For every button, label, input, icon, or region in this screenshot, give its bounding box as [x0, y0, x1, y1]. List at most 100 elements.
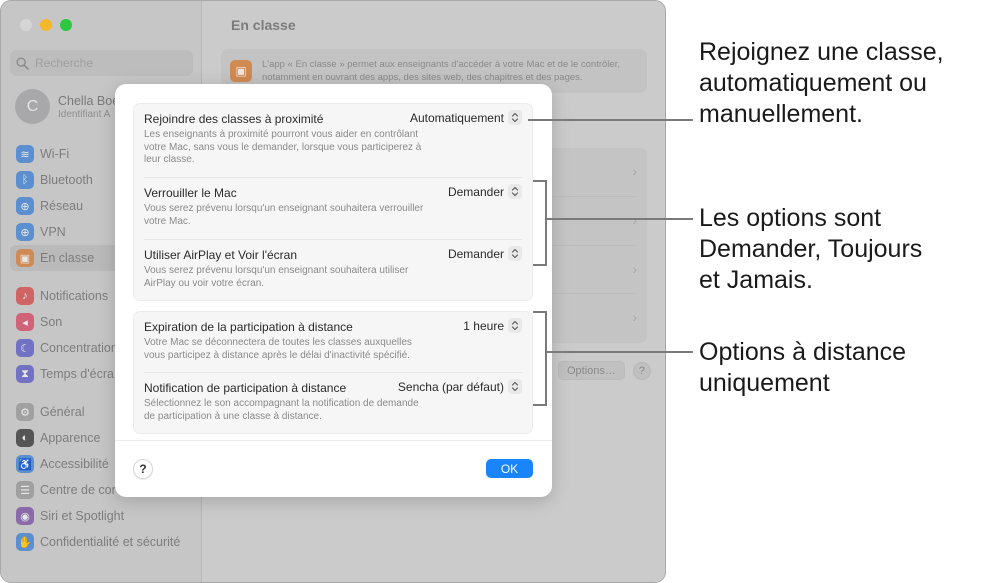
setting-row: Verrouiller le Mac Vous serez prévenu lor… [134, 178, 532, 239]
callout-line-text: uniquement [699, 369, 830, 397]
screen-time-hourglass-icon: ⧗ [16, 365, 34, 383]
setting-popup-button[interactable]: 1 heure [463, 318, 522, 333]
wifi-icon: ≋ [16, 145, 34, 163]
callout-bracket-3-vertical [545, 311, 547, 406]
setting-description: Votre Mac se déconnectera de toutes les … [144, 337, 412, 361]
network-globe-icon: ⊕ [16, 197, 34, 215]
setting-row: Expiration de la participation à distanc… [134, 312, 532, 372]
minimize-window-button[interactable] [40, 19, 52, 31]
bluetooth-icon: ᛒ [16, 171, 34, 189]
callout-line-text: et Jamais. [699, 266, 813, 294]
close-window-button[interactable] [20, 19, 32, 31]
setting-popup-button[interactable]: Demander [448, 246, 522, 261]
sidebar-item-label: VPN [40, 225, 66, 239]
callout-line-text: automatiquement ou [699, 69, 927, 97]
sidebar-item-label: Son [40, 315, 63, 329]
dialog-help-button[interactable]: ? [133, 459, 153, 479]
callout-bracket-2-vertical [545, 180, 547, 266]
classroom-options-dialog: Rejoindre des classes à proximité Les ens… [115, 84, 552, 497]
sidebar-item-confidentialit-et-s-curit[interactable]: ✋ Confidentialité et sécurité [10, 529, 194, 555]
maximize-window-button[interactable] [60, 19, 72, 31]
setting-popup-button[interactable]: Automatiquement [410, 110, 522, 125]
privacy-hand-icon: ✋ [16, 533, 34, 551]
chevron-right-icon: › [632, 309, 637, 326]
callout-bracket-2-bottom [533, 264, 547, 266]
sidebar-item-label: Réseau [40, 199, 84, 213]
sidebar-item-label: Bluetooth [40, 173, 93, 187]
setting-description: Sélectionnez le son accompagnant la noti… [144, 398, 419, 422]
options-button[interactable]: Options… [558, 361, 625, 380]
search-input[interactable] [35, 56, 185, 70]
sidebar-item-label: Temps d'écra [40, 367, 114, 381]
sidebar-search-field[interactable] [10, 50, 193, 76]
sound-speaker-icon: ◂ [16, 313, 34, 331]
setting-row: Utiliser AirPlay et Voir l'écran Vous ser… [134, 240, 532, 302]
popup-value: Sencha (par défaut) [397, 379, 504, 394]
callout-line-3 [545, 351, 693, 353]
sidebar-item-label: En classe [40, 251, 95, 265]
sidebar-item-label: Général [40, 405, 85, 419]
setting-popup-button[interactable]: Sencha (par défaut) [398, 379, 522, 394]
chevron-right-icon: › [632, 260, 637, 277]
callout-line-text: Rejoignez une classe, [699, 38, 944, 66]
notifications-bell-icon: ♪ [16, 287, 34, 305]
classroom-app-icon: ▣ [230, 60, 252, 82]
popup-value: Demander [447, 246, 504, 261]
up-down-chevron-icon [508, 379, 522, 394]
classroom-info-text: L'app « En classe » permet aux enseignan… [262, 59, 620, 83]
sidebar-item-label: Confidentialité et sécurité [40, 535, 181, 549]
sidebar-item-label: Wi-Fi [40, 147, 70, 161]
ok-button[interactable]: OK [486, 459, 533, 478]
callout-bracket-3-bottom [533, 404, 547, 406]
settings-group-remote: Expiration de la participation à distanc… [133, 311, 533, 434]
callout-text-options: Les options sont Demander, Toujours et J… [699, 203, 922, 296]
siri-icon: ◉ [16, 507, 34, 525]
callout-line-2 [545, 218, 693, 220]
sidebar-item-label: Centre de cor [40, 483, 116, 497]
appearance-icon: ◐ [16, 429, 34, 447]
popup-value: 1 heure [463, 318, 504, 333]
classroom-icon: ▣ [16, 249, 34, 267]
general-gear-icon: ⚙ [16, 403, 34, 421]
account-profile[interactable]: C Chella Boe Identifiant A [15, 89, 119, 124]
setting-description: Les enseignants à proximité pourront vou… [144, 129, 422, 165]
setting-description: Vous serez prévenu lorsqu'un enseignant … [144, 265, 409, 289]
up-down-chevron-icon [508, 318, 522, 333]
accessibility-icon: ♿ [16, 455, 34, 473]
vpn-globe-icon: ⊕ [16, 223, 34, 241]
traffic-lights [20, 19, 72, 31]
up-down-chevron-icon [508, 110, 522, 125]
sidebar-item-label: Notifications [40, 289, 109, 303]
callout-text-remote: Options à distance uniquement [699, 337, 906, 399]
callout-line-text: Demander, Toujours [699, 235, 923, 263]
sidebar-item-label: Concentration [40, 341, 118, 355]
up-down-chevron-icon [508, 184, 522, 199]
sidebar-item-siri-et-spotlight[interactable]: ◉ Siri et Spotlight [10, 503, 194, 529]
callout-line-text: Les options sont [699, 204, 882, 232]
sidebar-item-label: Siri et Spotlight [40, 509, 125, 523]
settings-group-local: Rejoindre des classes à proximité Les ens… [133, 103, 533, 301]
popup-value: Automatiquement [409, 110, 504, 125]
help-button-background[interactable]: ? [632, 361, 651, 380]
sidebar-item-label: Apparence [40, 431, 101, 445]
page-title: En classe [231, 17, 296, 33]
profile-subtitle: Identifiant A [58, 108, 111, 120]
control-center-icon: ☰ [16, 481, 34, 499]
callout-text-join: Rejoignez une classe, automatiquement ou… [699, 37, 944, 130]
up-down-chevron-icon [508, 246, 522, 261]
popup-value: Demander [447, 184, 504, 199]
callout-line-text: Options à distance [699, 338, 907, 366]
chevron-right-icon: › [632, 163, 637, 179]
callout-line-text: manuellement. [699, 100, 863, 128]
sidebar-item-label: Accessibilité [40, 457, 109, 471]
setting-popup-button[interactable]: Demander [448, 184, 522, 199]
focus-moon-icon: ☾ [16, 339, 34, 357]
callout-line-1 [528, 119, 693, 121]
profile-name: Chella Boe [58, 93, 120, 108]
avatar: C [15, 89, 50, 124]
setting-row: Notification de participation à distance… [134, 373, 532, 435]
dialog-divider [115, 440, 552, 441]
search-icon [16, 56, 29, 70]
setting-row: Rejoindre des classes à proximité Les ens… [134, 104, 532, 177]
setting-description: Vous serez prévenu lorsqu'un enseignant … [144, 203, 424, 227]
